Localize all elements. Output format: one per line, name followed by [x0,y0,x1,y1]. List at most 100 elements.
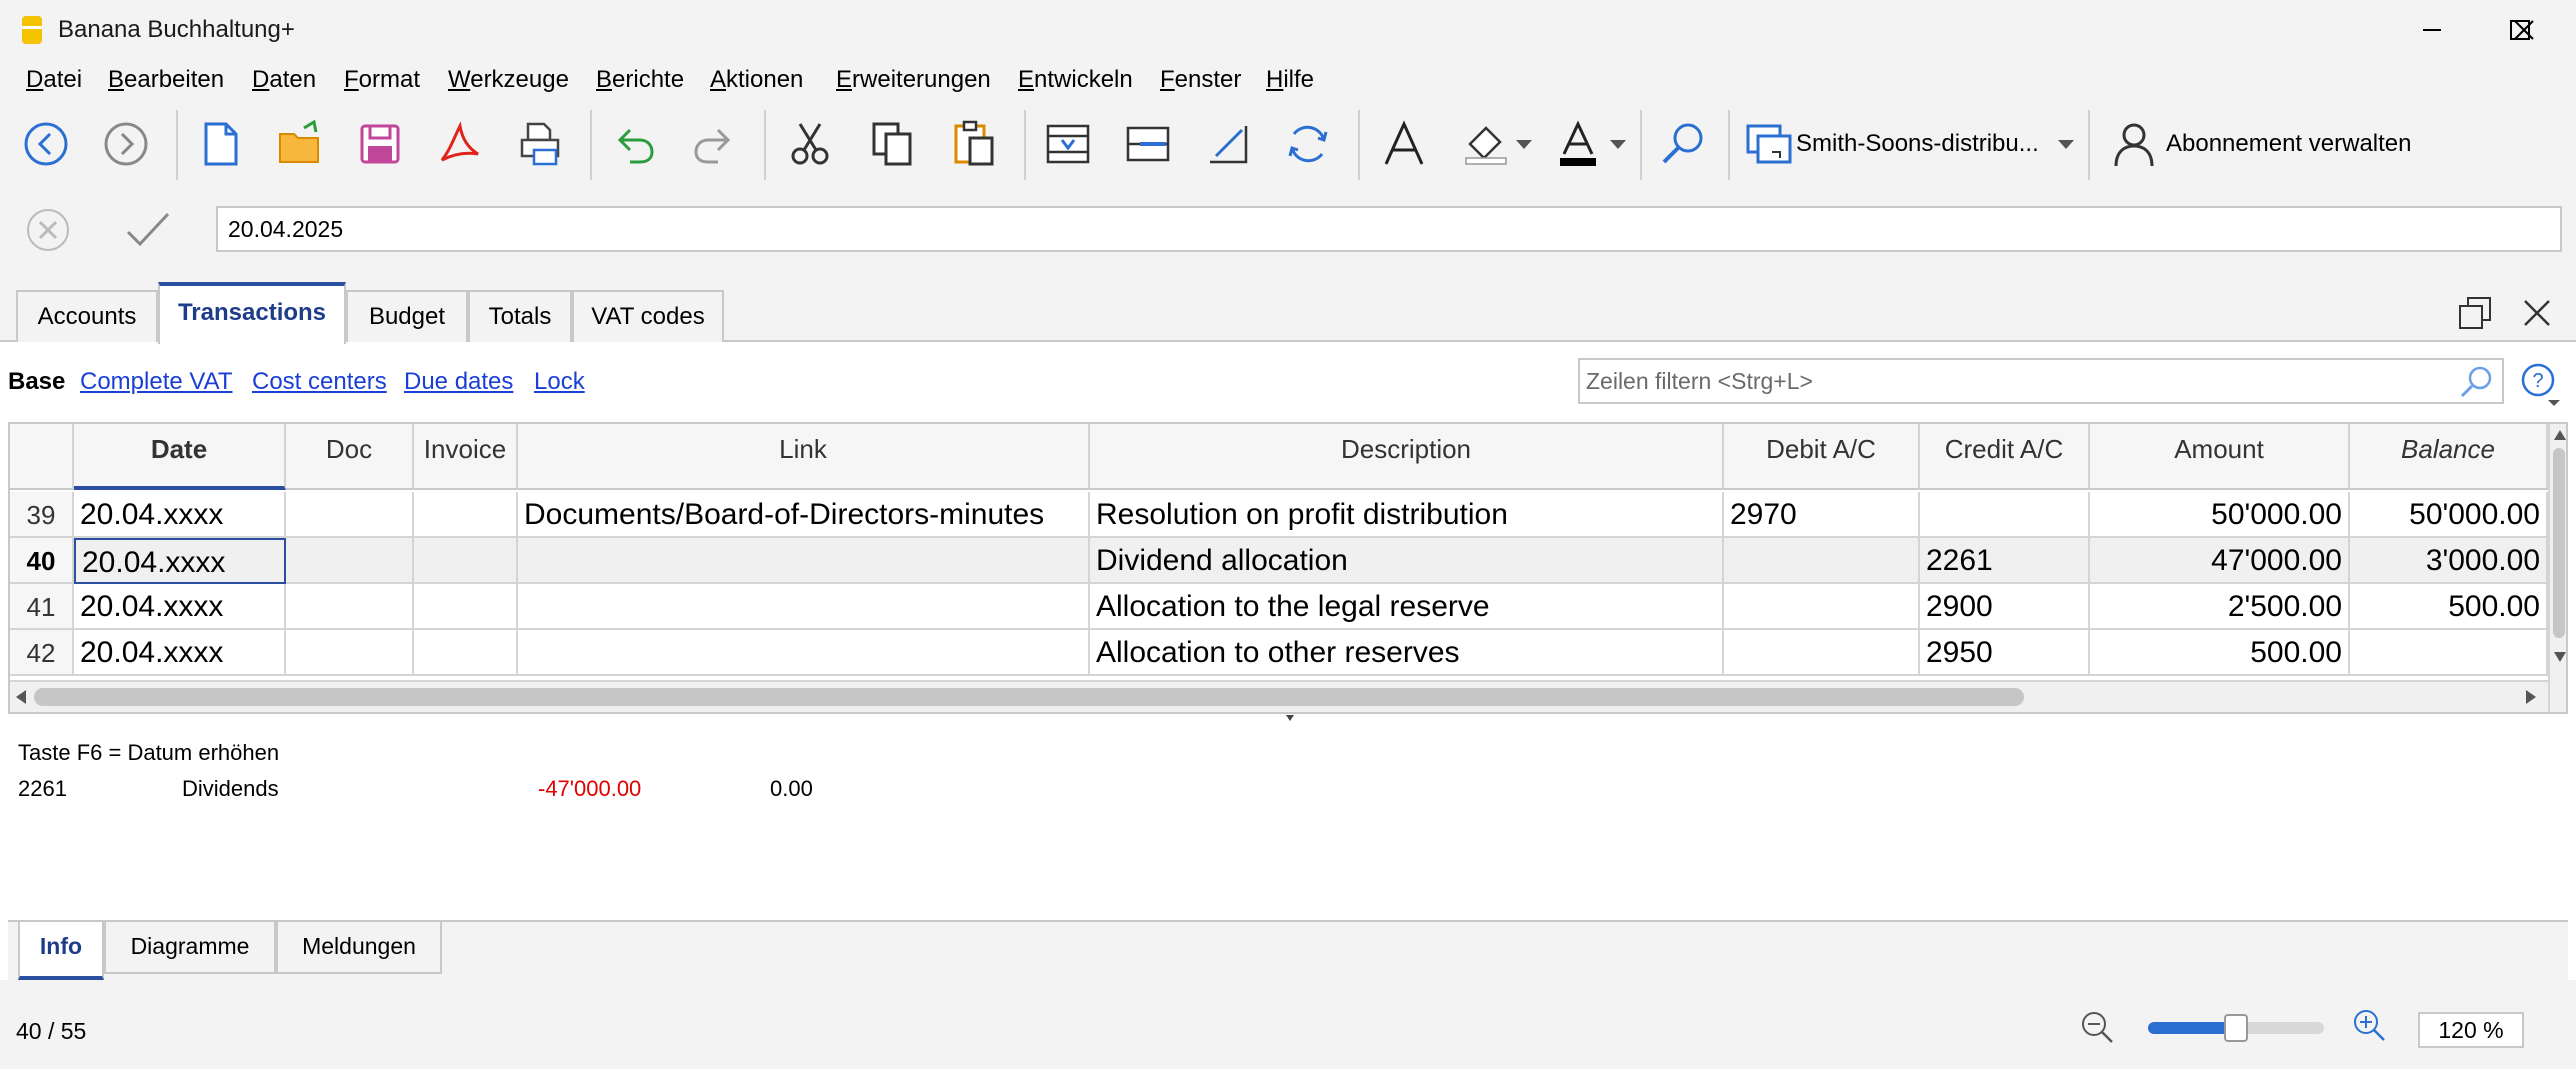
column-header-link[interactable]: Link [518,424,1090,490]
cell-doc[interactable] [286,538,414,584]
cell-link[interactable]: Documents/Board-of-Directors-minutes [518,492,1090,538]
scroll-left-icon[interactable] [14,688,28,706]
cell-link[interactable] [518,630,1090,676]
cell-description[interactable]: Dividend allocation [1090,538,1724,584]
cell-date-selected[interactable]: 20.04.xxxx [74,538,286,584]
cell-invoice[interactable] [414,584,518,630]
view-complete-vat[interactable]: Complete VAT [80,366,233,398]
cell-debit[interactable] [1724,630,1920,676]
subscription-link[interactable]: Abonnement verwalten [2166,128,2411,160]
cell-invoice[interactable] [414,538,518,584]
cell-doc[interactable] [286,630,414,676]
menu-berichte[interactable]: Berichte [596,64,684,96]
scroll-up-icon[interactable] [2552,428,2568,442]
menu-datei[interactable]: Datei [26,64,82,96]
redo-button[interactable] [684,114,744,174]
refresh-button[interactable] [1278,114,1338,174]
horizontal-scrollbar[interactable] [10,680,2548,712]
view-lock[interactable]: Lock [534,366,585,398]
confirm-edit-icon[interactable] [124,208,172,252]
font-button[interactable] [1374,114,1434,174]
cell-amount[interactable]: 47'000.00 [2090,538,2350,584]
close-document-icon[interactable] [2522,298,2552,328]
menu-erweiterungen[interactable]: Erweiterungen [836,64,991,96]
help-icon[interactable]: ? [2518,362,2562,406]
row-number[interactable]: 42 [10,630,74,676]
paste-button[interactable] [944,114,1004,174]
tab-transactions[interactable]: Transactions [158,282,346,344]
cell-description[interactable]: Resolution on profit distribution [1090,492,1724,538]
cancel-edit-icon[interactable] [24,206,72,254]
menu-daten[interactable]: Daten [252,64,316,96]
row-number[interactable]: 41 [10,584,74,630]
new-file-button[interactable] [190,114,250,174]
tab-totals[interactable]: Totals [468,290,572,342]
menu-format[interactable]: Format [344,64,420,96]
menu-fenster[interactable]: Fenster [1160,64,1241,96]
forward-button[interactable] [96,114,156,174]
view-base[interactable]: Base [8,366,65,398]
column-header-date[interactable]: Date [74,424,286,490]
column-header-doc[interactable]: Doc [286,424,414,490]
cell-edit-input[interactable]: 20.04.2025 [216,206,2562,252]
bottom-tab-info[interactable]: Info [18,922,104,980]
save-button[interactable] [350,114,410,174]
menu-hilfe[interactable]: Hilfe [1266,64,1314,96]
cell-description[interactable]: Allocation to the legal reserve [1090,584,1724,630]
cell-credit[interactable]: 2950 [1920,630,2090,676]
zoom-level[interactable]: 120 % [2418,1012,2524,1048]
cell-debit[interactable]: 2970 [1724,492,1920,538]
cell-debit[interactable] [1724,538,1920,584]
minimize-button[interactable] [2388,0,2476,60]
cell-credit[interactable]: 2261 [1920,538,2090,584]
cell-link[interactable] [518,538,1090,584]
zoom-slider-thumb[interactable] [2224,1014,2248,1042]
tab-vat-codes[interactable]: VAT codes [572,290,724,342]
close-button[interactable] [2480,0,2568,60]
restore-window-icon[interactable] [2458,296,2492,330]
row-number[interactable]: 40 [10,538,74,584]
cut-button[interactable] [780,114,840,174]
menu-entwickeln[interactable]: Entwickeln [1018,64,1133,96]
bottom-tab-meldungen[interactable]: Meldungen [276,922,442,974]
cell-amount[interactable]: 50'000.00 [2090,492,2350,538]
file-selector-label[interactable]: Smith-Soons-distribu... [1796,128,2039,160]
account-button[interactable] [2104,114,2164,174]
file-selector-dropdown[interactable] [2058,140,2074,149]
column-header-amount[interactable]: Amount [2090,424,2350,490]
scroll-right-icon[interactable] [2524,688,2538,706]
cell-invoice[interactable] [414,630,518,676]
horizontal-scroll-thumb[interactable] [34,688,2024,706]
zoom-in-icon[interactable] [2350,1006,2390,1046]
cell-debit[interactable] [1724,584,1920,630]
menu-bearbeiten[interactable]: Bearbeiten [108,64,224,96]
column-header-credit[interactable]: Credit A/C [1920,424,2090,490]
text-color-button[interactable] [1548,114,1608,174]
menu-werkzeuge[interactable]: Werkzeuge [448,64,569,96]
window-selector-button[interactable] [1738,114,1798,174]
cell-date[interactable]: 20.04.xxxx [74,492,286,538]
text-color-dropdown[interactable] [1610,140,1626,149]
cell-invoice[interactable] [414,492,518,538]
row-number[interactable]: 39 [10,492,74,538]
undo-button[interactable] [604,114,664,174]
add-row-button[interactable] [1118,114,1178,174]
tab-accounts[interactable]: Accounts [16,290,158,342]
cell-link[interactable] [518,584,1090,630]
menu-aktionen[interactable]: Aktionen [710,64,803,96]
column-header-debit[interactable]: Debit A/C [1724,424,1920,490]
view-due-dates[interactable]: Due dates [404,366,513,398]
scroll-down-icon[interactable] [2552,650,2568,664]
cell-credit[interactable] [1920,492,2090,538]
cell-date[interactable]: 20.04.xxxx [74,584,286,630]
view-cost-centers[interactable]: Cost centers [252,366,387,398]
search-button[interactable] [1654,114,1714,174]
cell-credit[interactable]: 2900 [1920,584,2090,630]
open-file-button[interactable] [270,114,330,174]
bottom-tab-diagramme[interactable]: Diagramme [104,922,276,974]
zoom-out-icon[interactable] [2078,1008,2118,1048]
fill-color-dropdown[interactable] [1516,140,1532,149]
back-button[interactable] [16,114,76,174]
column-header-invoice[interactable]: Invoice [414,424,518,490]
filter-input[interactable]: Zeilen filtern <Strg+L> [1578,358,2504,404]
